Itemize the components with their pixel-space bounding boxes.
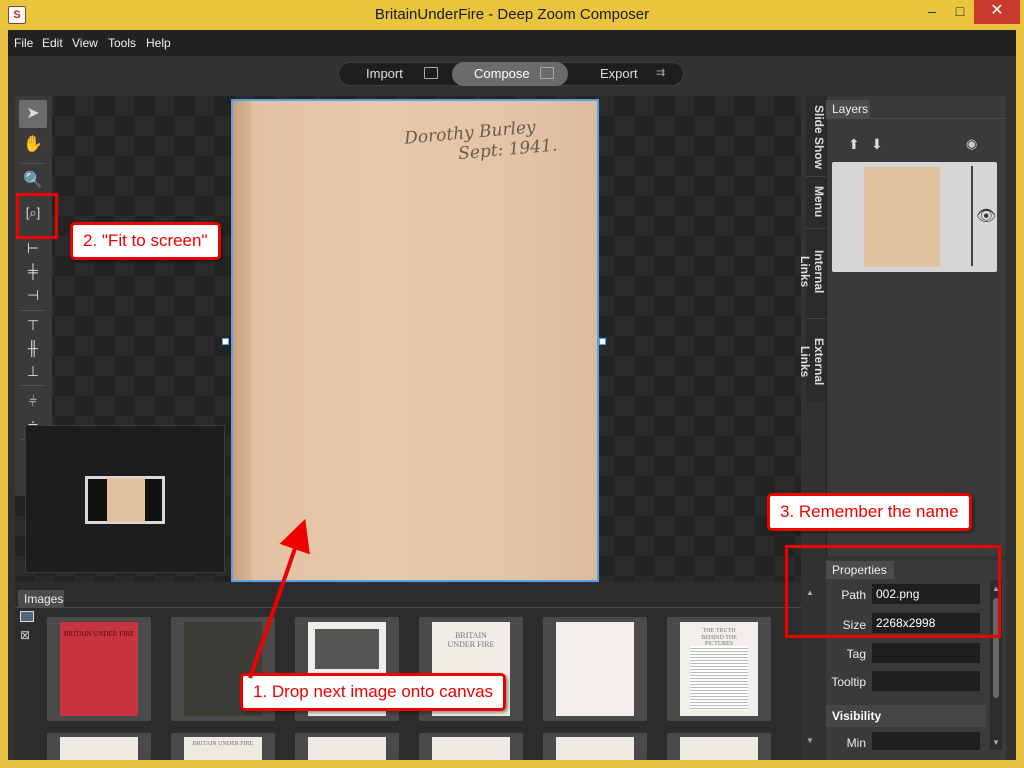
annotation-arrow — [248, 518, 310, 679]
